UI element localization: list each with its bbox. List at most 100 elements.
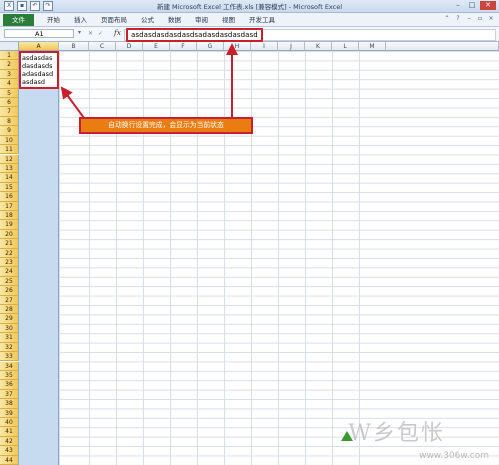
row-header[interactable]: 28	[0, 305, 19, 315]
tab-data[interactable]: 数据	[161, 14, 188, 26]
row-header[interactable]: 23	[0, 258, 19, 268]
row-header[interactable]: 11	[0, 145, 19, 155]
tab-insert[interactable]: 插入	[67, 14, 94, 26]
maximize-button[interactable]: □	[466, 1, 478, 10]
cell-a1[interactable]: asdasdasdasdasdsadasdasdasdasd	[19, 51, 59, 89]
select-all-corner[interactable]	[0, 42, 19, 51]
row-header[interactable]: 20	[0, 229, 19, 240]
tab-home[interactable]: 开始	[40, 14, 67, 26]
minimize-button[interactable]: –	[452, 1, 464, 10]
row-header[interactable]: 27	[0, 295, 19, 306]
column-header[interactable]: L	[332, 42, 359, 51]
column-a-selection[interactable]	[19, 51, 59, 465]
name-box[interactable]: A1	[4, 29, 74, 38]
row-header[interactable]: 16	[0, 192, 19, 202]
row-header[interactable]: 34	[0, 361, 19, 371]
window-title: 新建 Microsoft Excel 工作表.xls [兼容模式] - Micr…	[156, 3, 343, 11]
row-header[interactable]: 26	[0, 286, 19, 296]
column-header[interactable]: E	[143, 42, 170, 51]
row-header[interactable]: 6	[0, 98, 19, 108]
row-header[interactable]: 29	[0, 314, 19, 324]
column-header[interactable]: G	[197, 42, 224, 51]
row-header[interactable]: 13	[0, 163, 19, 174]
column-header[interactable]: A	[19, 42, 59, 51]
row-header[interactable]: 43	[0, 446, 19, 456]
column-header[interactable]: B	[59, 42, 89, 51]
row-header[interactable]: 30	[0, 323, 19, 334]
ribbon: 文件 开始 插入 页面布局 公式 数据 审阅 视图 开发工具 ⌃ ? – ▫ ×	[0, 13, 499, 27]
grid-line	[143, 51, 144, 465]
grid-line	[89, 51, 90, 465]
row-header[interactable]: 25	[0, 276, 19, 287]
window-controls: – □ ✕	[452, 1, 496, 10]
row-header[interactable]: 24	[0, 267, 19, 277]
row-header[interactable]: 8	[0, 116, 19, 127]
row-header[interactable]: 37	[0, 389, 19, 400]
grid-line	[170, 51, 171, 465]
row-header[interactable]: 9	[0, 126, 19, 136]
spreadsheet-grid[interactable]: ABCDEFGHIJKLM 1 2 3 4 5 6 7 8 9 10 11 12 13 14 15 16 17 1…	[0, 42, 499, 465]
workbook-restore-icon[interactable]: ▫	[476, 15, 484, 23]
column-header[interactable]: F	[170, 42, 197, 51]
help-icon[interactable]: ?	[454, 15, 462, 23]
row-header[interactable]: 3	[0, 69, 19, 80]
column-header[interactable]: H	[224, 42, 251, 51]
column-header[interactable]: M	[359, 42, 386, 51]
row-header[interactable]: 22	[0, 248, 19, 258]
row-header[interactable]: 33	[0, 352, 19, 362]
column-header[interactable]	[386, 42, 499, 51]
tab-file[interactable]: 文件	[3, 14, 34, 26]
workbook-close-icon[interactable]: ×	[487, 15, 495, 23]
collapse-ribbon-icon[interactable]: ⌃	[443, 15, 451, 23]
workbook-minimize-icon[interactable]: –	[465, 15, 473, 23]
row-header[interactable]: 39	[0, 408, 19, 418]
row-header[interactable]: 42	[0, 436, 19, 447]
column-header[interactable]: K	[305, 42, 332, 51]
confirm-icon[interactable]: ✓	[98, 30, 104, 37]
row-header[interactable]: 15	[0, 182, 19, 193]
column-header[interactable]: I	[251, 42, 278, 51]
column-header[interactable]: J	[278, 42, 305, 51]
tab-review[interactable]: 审阅	[188, 14, 215, 26]
row-header[interactable]: 36	[0, 380, 19, 390]
row-header[interactable]: 21	[0, 239, 19, 249]
row-header[interactable]: 18	[0, 210, 19, 221]
row-header[interactable]: 32	[0, 342, 19, 353]
row-header[interactable]: 2	[0, 60, 19, 70]
chevron-down-icon[interactable]: ▾	[78, 29, 81, 36]
insert-function-button[interactable]: fx	[114, 28, 121, 37]
row-header[interactable]: 40	[0, 417, 19, 428]
row-header[interactable]: 4	[0, 79, 19, 89]
row-header[interactable]: 1	[0, 51, 19, 61]
row-header[interactable]: 14	[0, 173, 19, 183]
row-header[interactable]: 12	[0, 154, 19, 164]
tab-view[interactable]: 视图	[215, 14, 242, 26]
column-header[interactable]: D	[116, 42, 143, 51]
row-header[interactable]: 41	[0, 427, 19, 437]
grid-line	[278, 51, 279, 465]
cell-area[interactable]	[19, 51, 499, 465]
ribbon-right-controls: ⌃ ? – ▫ ×	[443, 15, 495, 23]
formula-bar: A1 ▾ ✕ ✓ fx asdasdasdasdasdsadasdasdasda…	[0, 27, 499, 42]
grid-line	[251, 51, 252, 465]
row-header[interactable]: 19	[0, 220, 19, 230]
tab-developer[interactable]: 开发工具	[242, 14, 282, 26]
tab-formulas[interactable]: 公式	[134, 14, 161, 26]
ribbon-tabs: 开始 插入 页面布局 公式 数据 审阅 视图 开发工具	[40, 14, 282, 26]
row-header[interactable]: 44	[0, 455, 19, 465]
formula-value[interactable]: asdasdasdasdasdsadasdasdasdasd	[126, 28, 263, 42]
title-bar: X ▪ ↶ ↷ 新建 Microsoft Excel 工作表.xls [兼容模式…	[0, 0, 499, 13]
column-header[interactable]: C	[89, 42, 116, 51]
grid-line	[332, 51, 333, 465]
row-header[interactable]: 31	[0, 333, 19, 343]
row-header[interactable]: 7	[0, 107, 19, 117]
tab-page-layout[interactable]: 页面布局	[94, 14, 134, 26]
row-header[interactable]: 10	[0, 135, 19, 146]
row-header[interactable]: 35	[0, 370, 19, 381]
close-button[interactable]: ✕	[480, 1, 496, 10]
cancel-icon[interactable]: ✕	[88, 30, 94, 37]
grid-line	[224, 51, 225, 465]
row-header[interactable]: 38	[0, 399, 19, 409]
row-header[interactable]: 5	[0, 88, 19, 99]
row-header[interactable]: 17	[0, 201, 19, 211]
